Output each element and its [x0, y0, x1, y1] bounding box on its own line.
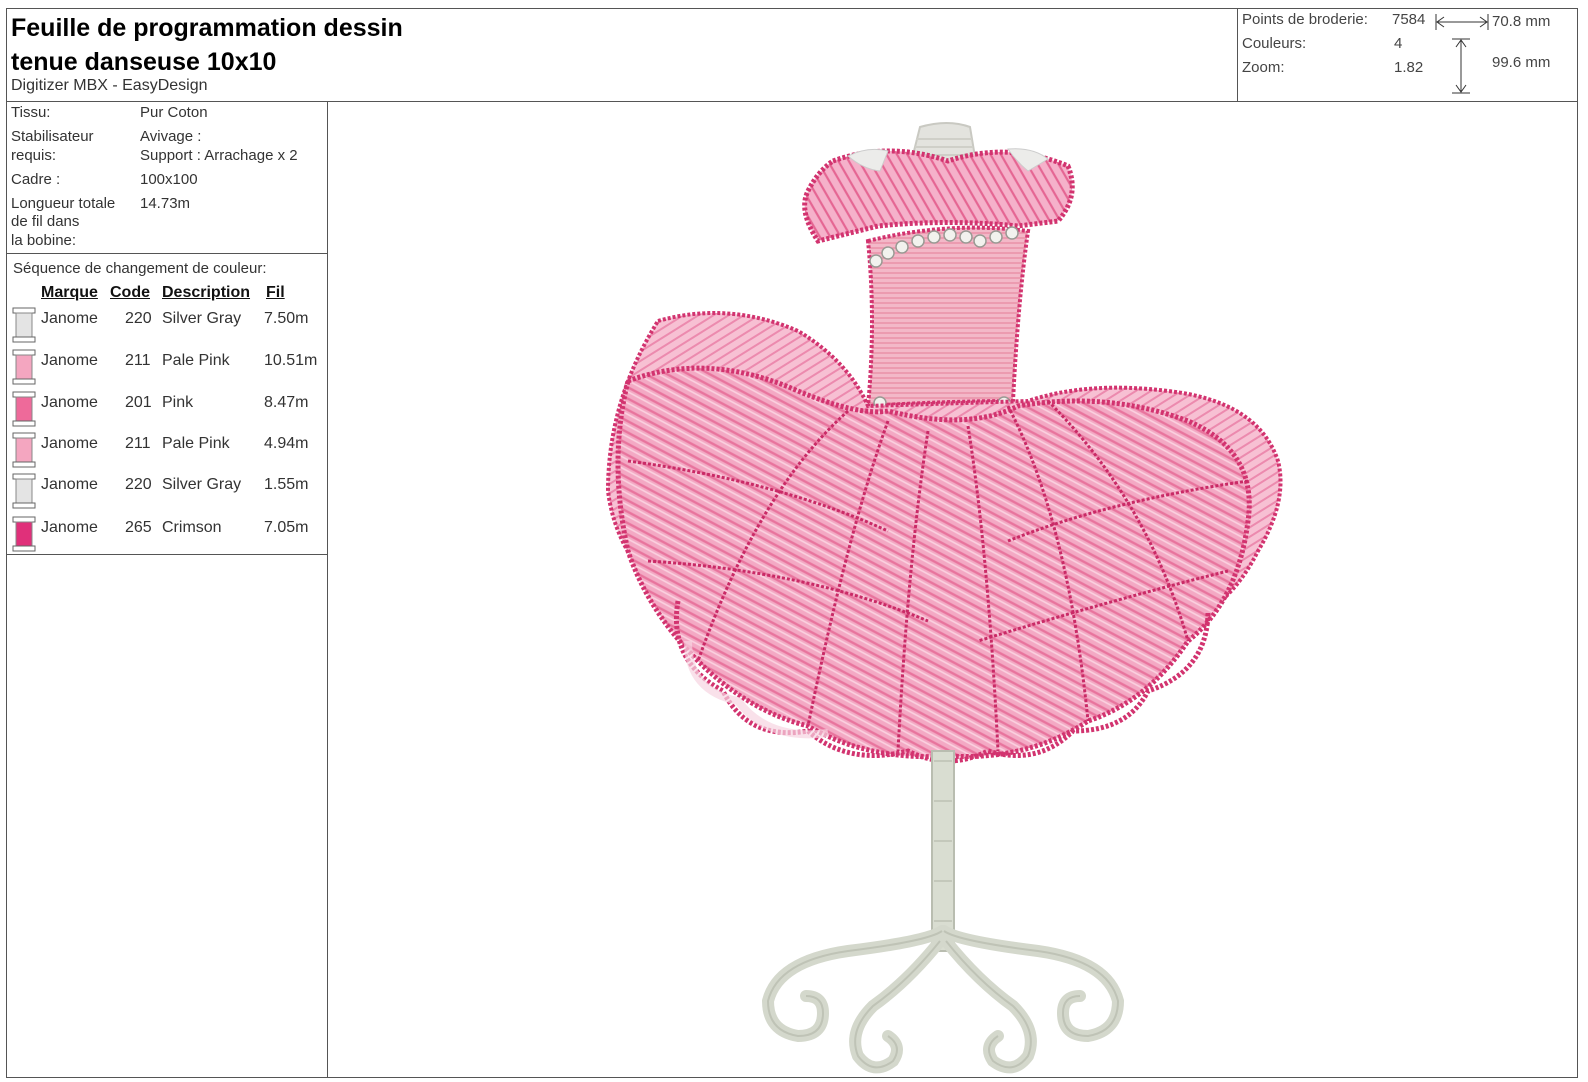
frame-label: Cadre : — [11, 171, 61, 188]
sheet-title: Feuille de programmation dessin tenue da… — [11, 11, 403, 79]
header-description: Description — [162, 284, 251, 301]
row-brand: Janome — [41, 310, 98, 327]
material-info: Tissu: Pur Coton Stabilisateur requis: A… — [7, 101, 327, 254]
stabilizer-value-2: Support : Arrachage x 2 — [140, 147, 298, 164]
row-brand: Janome — [41, 519, 98, 536]
sheet-subtitle: Digitizer MBX - EasyDesign — [11, 77, 208, 94]
row-brand: Janome — [41, 394, 98, 411]
color-row: Janome 211 Pale Pink 4.94m — [7, 432, 327, 475]
row-brand: Janome — [41, 476, 98, 493]
thread-spool-icon — [12, 516, 36, 552]
sheet-header: Feuille de programmation dessin tenue da… — [7, 9, 1577, 102]
colors-value: 4 — [1394, 35, 1403, 52]
title-line-2: tenue danseuse 10x10 — [11, 48, 277, 76]
dimension-arrows-icon — [1435, 14, 1489, 94]
frame-value: 100x100 — [140, 171, 198, 188]
row-code: 220 — [125, 476, 152, 493]
color-row: Janome 211 Pale Pink 10.51m — [7, 349, 327, 392]
color-sequence-title: Séquence de changement de couleur: — [13, 260, 267, 277]
row-code: 211 — [125, 352, 151, 369]
row-brand: Janome — [41, 352, 98, 369]
thread-length-label-2: de fil dans — [11, 213, 80, 230]
embroidery-preview — [328, 101, 1578, 1077]
header-brand: Marque — [41, 284, 98, 301]
title-line-1: Feuille de programmation dessin — [11, 14, 403, 42]
zoom-label: Zoom: — [1242, 59, 1285, 76]
header-thread: Fil — [266, 284, 285, 301]
row-brand: Janome — [41, 435, 98, 452]
stabilizer-label-1: Stabilisateur — [11, 128, 94, 145]
row-thread: 4.94m — [264, 435, 309, 452]
thread-spool-icon — [12, 432, 36, 468]
colors-label: Couleurs: — [1242, 35, 1307, 52]
row-description: Silver Gray — [162, 476, 242, 493]
row-thread: 1.55m — [264, 476, 309, 493]
stitches-label: Points de broderie: — [1242, 11, 1368, 28]
color-row: Janome 201 Pink 8.47m — [7, 391, 327, 434]
row-description: Pink — [162, 394, 194, 411]
header-code: Code — [110, 284, 150, 301]
color-sequence: Séquence de changement de couleur: Marqu… — [7, 254, 327, 555]
thread-spool-icon — [12, 349, 36, 385]
left-panel: Tissu: Pur Coton Stabilisateur requis: A… — [7, 101, 328, 1077]
thread-length-label-3: la bobine: — [11, 232, 77, 249]
row-description: Silver Gray — [162, 310, 242, 327]
fabric-label: Tissu: — [11, 104, 51, 121]
row-description: Pale Pink — [162, 435, 230, 452]
design-stats: Points de broderie: 7584 Couleurs: 4 Zoo… — [1237, 9, 1578, 101]
programming-sheet: Feuille de programmation dessin tenue da… — [6, 8, 1578, 1078]
thread-spool-icon — [12, 473, 36, 509]
dress-form-embroidery-image — [605, 122, 1283, 1074]
row-description: Crimson — [162, 519, 222, 536]
row-thread: 8.47m — [264, 394, 309, 411]
thread-length-label-1: Longueur totale — [11, 195, 116, 212]
fabric-value: Pur Coton — [140, 104, 208, 121]
design-width: 70.8 mm — [1492, 13, 1551, 30]
row-description: Pale Pink — [162, 352, 230, 369]
stabilizer-value-1: Avivage : — [140, 128, 202, 145]
color-row: Janome 265 Crimson 7.05m — [7, 516, 327, 559]
thread-spool-icon — [12, 307, 36, 343]
row-code: 220 — [125, 310, 152, 327]
row-code: 265 — [125, 519, 152, 536]
row-thread: 10.51m — [264, 352, 318, 369]
thread-length-value: 14.73m — [140, 195, 191, 212]
row-code: 211 — [125, 435, 151, 452]
row-code: 201 — [125, 394, 152, 411]
zoom-value: 1.82 — [1394, 59, 1424, 76]
row-thread: 7.50m — [264, 310, 309, 327]
color-row: Janome 220 Silver Gray 1.55m — [7, 473, 327, 516]
stabilizer-label-2: requis: — [11, 147, 57, 164]
thread-spool-icon — [12, 391, 36, 427]
row-thread: 7.05m — [264, 519, 309, 536]
color-row: Janome 220 Silver Gray 7.50m — [7, 307, 327, 350]
stitches-value: 7584 — [1392, 11, 1426, 28]
design-height: 99.6 mm — [1492, 54, 1551, 71]
